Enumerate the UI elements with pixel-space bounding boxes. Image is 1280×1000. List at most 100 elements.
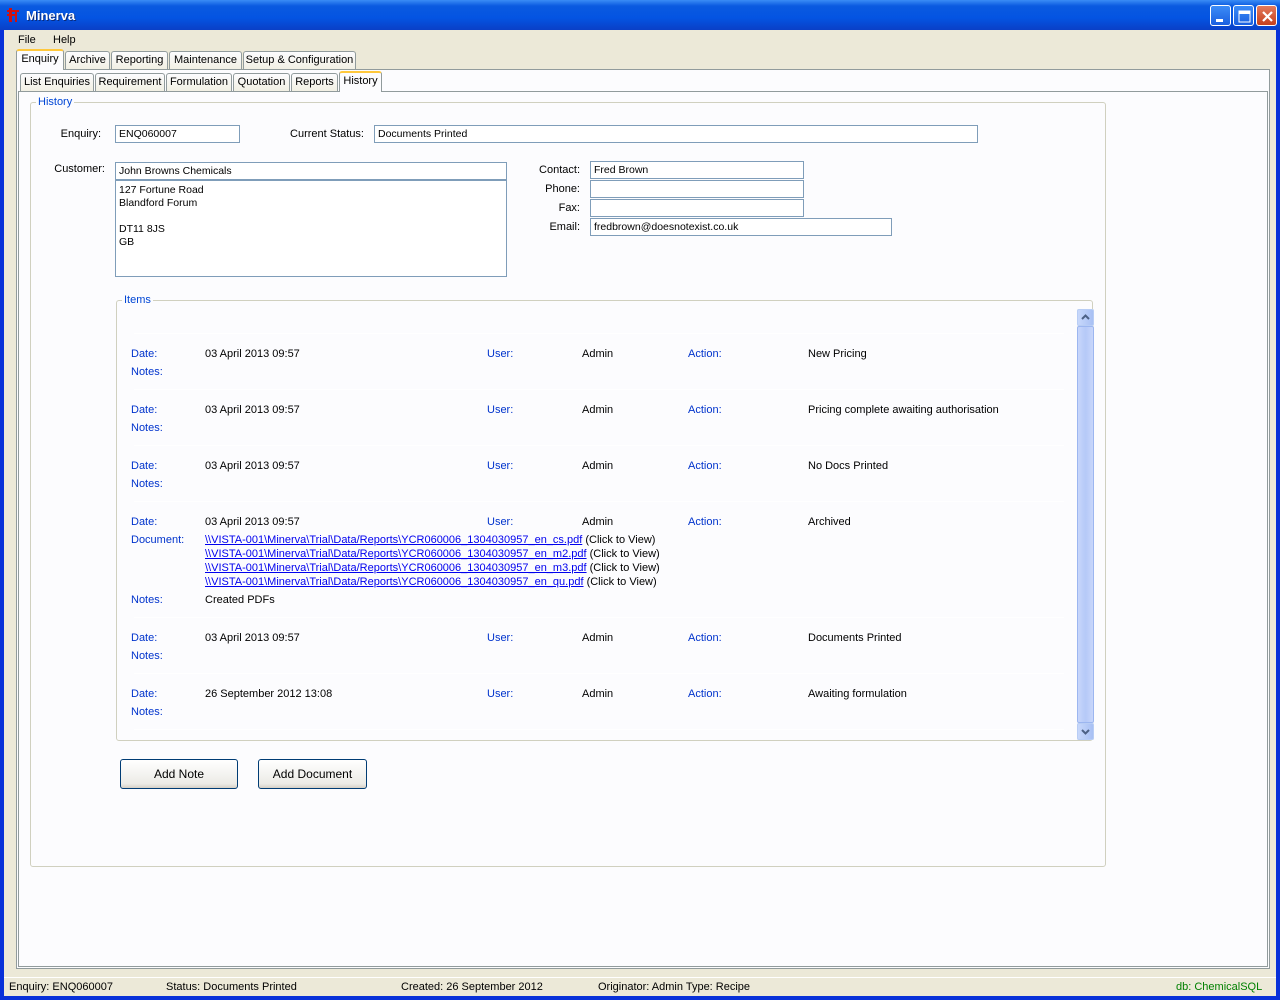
scroll-down-button[interactable] — [1077, 723, 1094, 740]
add-document-button[interactable]: Add Document — [258, 759, 367, 789]
tab-reporting[interactable]: Reporting — [111, 51, 168, 70]
entry-date: 26 September 2012 13:08 — [205, 688, 333, 700]
document-link[interactable]: \\VISTA-001\Minerva\Trial\Data/Reports\Y… — [205, 576, 584, 588]
entry-date: 03 April 2013 09:57 — [205, 516, 300, 528]
item-separator — [134, 333, 1064, 334]
date-label: Date: — [131, 516, 158, 528]
chevron-up-icon — [1081, 314, 1090, 320]
action-label: Action: — [688, 688, 722, 700]
tab-setup-configuration[interactable]: Setup & Configuration — [243, 51, 356, 70]
user-label: User: — [487, 516, 514, 528]
fax-label: Fax: — [558, 202, 580, 214]
user-label: User: — [487, 460, 514, 472]
menu-file[interactable]: File — [18, 34, 36, 46]
current-status-field[interactable]: Documents Printed — [374, 125, 978, 143]
phone-label: Phone: — [545, 183, 580, 195]
date-label: Date: — [131, 460, 158, 472]
notes-label: Notes: — [131, 650, 163, 662]
entry-action: Pricing complete awaiting authorisation — [808, 404, 999, 416]
current-status-label: Current Status: — [290, 128, 364, 140]
document-link[interactable]: \\VISTA-001\Minerva\Trial\Data/Reports\Y… — [205, 562, 587, 574]
entry-user: Admin — [582, 460, 614, 472]
menu-help[interactable]: Help — [53, 34, 76, 46]
document-label: Document: — [131, 534, 185, 546]
entry-date: 03 April 2013 09:57 — [205, 460, 300, 472]
item-separator — [134, 445, 1064, 446]
click-to-view-hint: (Click to View) — [585, 534, 656, 546]
document-link-row: \\VISTA-001\Minerva\Trial\Data/Reports\Y… — [205, 534, 655, 546]
enquiry-field[interactable]: ENQ060007 — [115, 125, 240, 143]
tab-formulation[interactable]: Formulation — [166, 73, 232, 92]
tab-list-enquiries[interactable]: List Enquiries — [20, 73, 94, 92]
contact-label: Contact: — [539, 164, 580, 176]
entry-date: 03 April 2013 09:57 — [205, 348, 300, 360]
user-label: User: — [487, 688, 514, 700]
email-field[interactable]: fredbrown@doesnotexist.co.uk — [590, 218, 892, 236]
minimize-icon — [1216, 19, 1223, 22]
scroll-thumb[interactable] — [1077, 326, 1094, 723]
status-db: db: ChemicalSQL — [1176, 981, 1263, 993]
tab-reports[interactable]: Reports — [291, 73, 338, 92]
app-window: Minerva File Help Enquiry Archive Report… — [0, 0, 1280, 1000]
close-button[interactable] — [1256, 5, 1277, 26]
minimize-button[interactable] — [1210, 5, 1231, 26]
scroll-up-button[interactable] — [1077, 309, 1094, 326]
document-link-row: \\VISTA-001\Minerva\Trial\Data/Reports\Y… — [205, 548, 660, 560]
status-status: Status: Documents Printed — [166, 981, 297, 993]
entry-notes: Created PDFs — [205, 594, 275, 606]
fax-field[interactable] — [590, 199, 804, 217]
status-created: Created: 26 September 2012 — [401, 981, 543, 993]
menu-bar: File Help — [4, 30, 1276, 50]
date-label: Date: — [131, 688, 158, 700]
maximize-button[interactable] — [1233, 5, 1254, 26]
document-link-row: \\VISTA-001\Minerva\Trial\Data/Reports\Y… — [205, 576, 657, 588]
action-label: Action: — [688, 348, 722, 360]
notes-label: Notes: — [131, 422, 163, 434]
app-logo-icon — [7, 8, 19, 22]
notes-label: Notes: — [131, 706, 163, 718]
date-label: Date: — [131, 404, 158, 416]
tab-quotation[interactable]: Quotation — [233, 73, 290, 92]
chevron-down-icon — [1081, 729, 1090, 735]
tab-requirement[interactable]: Requirement — [95, 73, 165, 92]
entry-user: Admin — [582, 404, 614, 416]
customer-label: Customer: — [54, 163, 105, 175]
tab-enquiry[interactable]: Enquiry — [16, 49, 64, 70]
history-group-label: History — [36, 96, 75, 108]
notes-label: Notes: — [131, 594, 163, 606]
item-separator — [134, 729, 1064, 730]
phone-field[interactable] — [590, 180, 804, 198]
date-label: Date: — [131, 632, 158, 644]
customer-address-field[interactable]: 127 Fortune Road Blandford Forum DT11 8J… — [115, 180, 507, 277]
email-label: Email: — [549, 221, 580, 233]
entry-action: No Docs Printed — [808, 460, 889, 472]
tab-history[interactable]: History — [339, 71, 382, 92]
item-separator — [134, 673, 1064, 674]
item-separator — [134, 389, 1064, 390]
tab-archive[interactable]: Archive — [65, 51, 110, 70]
title-bar[interactable]: Minerva — [0, 0, 1280, 30]
close-icon — [1262, 11, 1273, 22]
entry-date: 03 April 2013 09:57 — [205, 404, 300, 416]
maximize-icon — [1238, 10, 1251, 23]
status-enquiry: Enquiry: ENQ060007 — [9, 981, 113, 993]
entry-user: Admin — [582, 688, 614, 700]
document-link[interactable]: \\VISTA-001\Minerva\Trial\Data/Reports\Y… — [205, 534, 582, 546]
document-link[interactable]: \\VISTA-001\Minerva\Trial\Data/Reports\Y… — [205, 548, 587, 560]
items-scrollbar[interactable] — [1077, 309, 1094, 740]
click-to-view-hint: (Click to View) — [589, 562, 660, 574]
notes-label: Notes: — [131, 478, 163, 490]
user-label: User: — [487, 348, 514, 360]
tab-maintenance[interactable]: Maintenance — [169, 51, 242, 70]
contact-field[interactable]: Fred Brown — [590, 161, 804, 179]
entry-action: Awaiting formulation — [808, 688, 907, 700]
enquiry-label: Enquiry: — [60, 128, 101, 140]
entry-action: Archived — [808, 516, 851, 528]
add-note-button[interactable]: Add Note — [120, 759, 238, 789]
action-label: Action: — [688, 632, 722, 644]
action-label: Action: — [688, 516, 722, 528]
item-separator — [134, 617, 1064, 618]
entry-user: Admin — [582, 348, 614, 360]
customer-name-field[interactable]: John Browns Chemicals — [115, 162, 507, 180]
action-label: Action: — [688, 460, 722, 472]
